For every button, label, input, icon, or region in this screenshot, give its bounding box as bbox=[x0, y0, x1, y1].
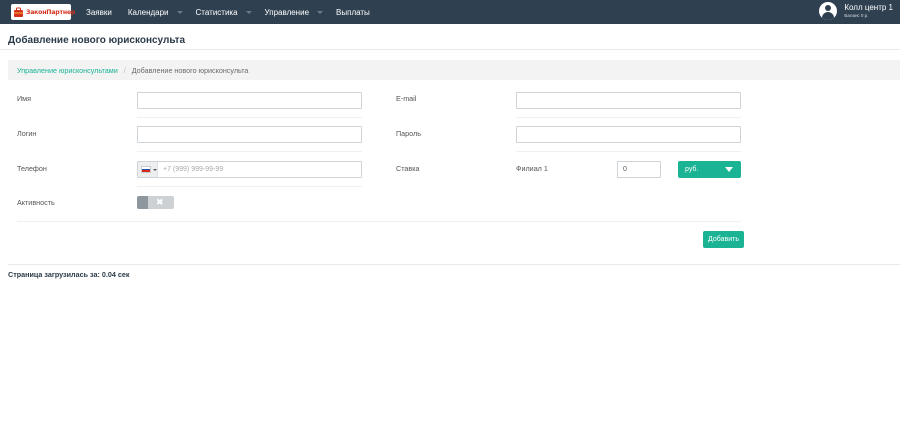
email-input[interactable] bbox=[516, 92, 741, 109]
breadcrumb-link-consultants[interactable]: Управление юрисконсультами bbox=[17, 66, 118, 75]
currency-selected: руб. bbox=[685, 166, 699, 173]
nav-item-statistics[interactable]: Статистика bbox=[196, 8, 252, 17]
page-load-time: Страница загрузилась за: 0.04 сек bbox=[8, 270, 130, 279]
user-info: Колл центр 1 Баланс 0 р. bbox=[844, 2, 893, 19]
page-heading: Добавление нового юрисконсульта bbox=[0, 24, 900, 50]
logo[interactable]: ЗаконПартнер bbox=[11, 4, 75, 20]
breadcrumb: Управление юрисконсультами / Добавление … bbox=[8, 60, 900, 80]
login-input[interactable] bbox=[137, 126, 362, 143]
caret-down-icon bbox=[153, 168, 157, 171]
divider bbox=[516, 117, 741, 118]
nav-item-management[interactable]: Управление bbox=[264, 7, 324, 17]
activity-label: Активность bbox=[17, 198, 55, 207]
phone-label: Телефон bbox=[17, 164, 47, 173]
phone-input[interactable]: +7 (999) 999-99-99 bbox=[137, 161, 362, 178]
user-avatar-icon bbox=[819, 2, 838, 20]
currency-select[interactable]: руб. bbox=[678, 161, 741, 178]
nav-item-requests[interactable]: Заявки bbox=[86, 8, 112, 17]
divider bbox=[137, 117, 362, 118]
logo-text: ЗаконПартнер bbox=[26, 8, 76, 16]
page-title: Добавление нового юрисконсульта bbox=[8, 35, 186, 46]
nav-item-label: Заявки bbox=[86, 7, 112, 17]
chevron-down-icon bbox=[317, 10, 324, 14]
rate-label: Ставка bbox=[396, 164, 420, 173]
add-button[interactable]: Добавить bbox=[703, 231, 744, 248]
nav-item-calendars[interactable]: Календари bbox=[128, 8, 183, 17]
close-icon: ✖ bbox=[156, 197, 164, 207]
chevron-down-icon bbox=[176, 10, 183, 14]
name-label: Имя bbox=[17, 94, 31, 103]
chevron-down-icon bbox=[245, 10, 252, 14]
phone-placeholder: +7 (999) 999-99-99 bbox=[163, 166, 224, 173]
divider bbox=[137, 186, 362, 187]
caret-down-icon bbox=[725, 167, 733, 172]
main-menu: Заявки Календари Статистика Управление В… bbox=[86, 0, 383, 24]
russia-flag-icon bbox=[141, 166, 151, 173]
country-selector[interactable] bbox=[138, 162, 158, 177]
password-input[interactable] bbox=[516, 126, 741, 143]
breadcrumb-separator: / bbox=[123, 65, 126, 75]
branch-label: Филиал 1 bbox=[516, 164, 548, 173]
top-navbar: ЗаконПартнер Заявки Календари Статистика… bbox=[0, 0, 900, 24]
user-menu[interactable]: Колл центр 1 Баланс 0 р. bbox=[819, 2, 893, 20]
user-name: Колл центр 1 bbox=[844, 2, 893, 12]
divider bbox=[516, 151, 741, 152]
activity-toggle[interactable]: ✖ bbox=[137, 196, 174, 209]
email-label: E-mail bbox=[396, 94, 417, 103]
breadcrumb-current: Добавление нового юрисконсульта bbox=[131, 65, 249, 75]
toggle-knob bbox=[137, 196, 148, 209]
divider bbox=[137, 151, 362, 152]
login-label: Логин bbox=[17, 129, 37, 138]
nav-item-label: Выплаты bbox=[336, 7, 370, 17]
nav-item-payouts[interactable]: Выплаты bbox=[336, 8, 370, 17]
nav-item-label: Управление bbox=[264, 7, 310, 17]
nav-item-label: Статистика bbox=[195, 7, 238, 17]
password-label: Пароль bbox=[396, 129, 421, 138]
user-balance: Баланс 0 р. bbox=[844, 12, 869, 18]
rate-input[interactable]: 0 bbox=[617, 161, 661, 178]
nav-item-label: Календари bbox=[127, 7, 169, 17]
divider bbox=[17, 221, 741, 222]
form-panel: Управление юрисконсультами / Добавление … bbox=[8, 60, 900, 265]
name-input[interactable] bbox=[137, 92, 362, 109]
briefcase-icon bbox=[13, 7, 24, 18]
